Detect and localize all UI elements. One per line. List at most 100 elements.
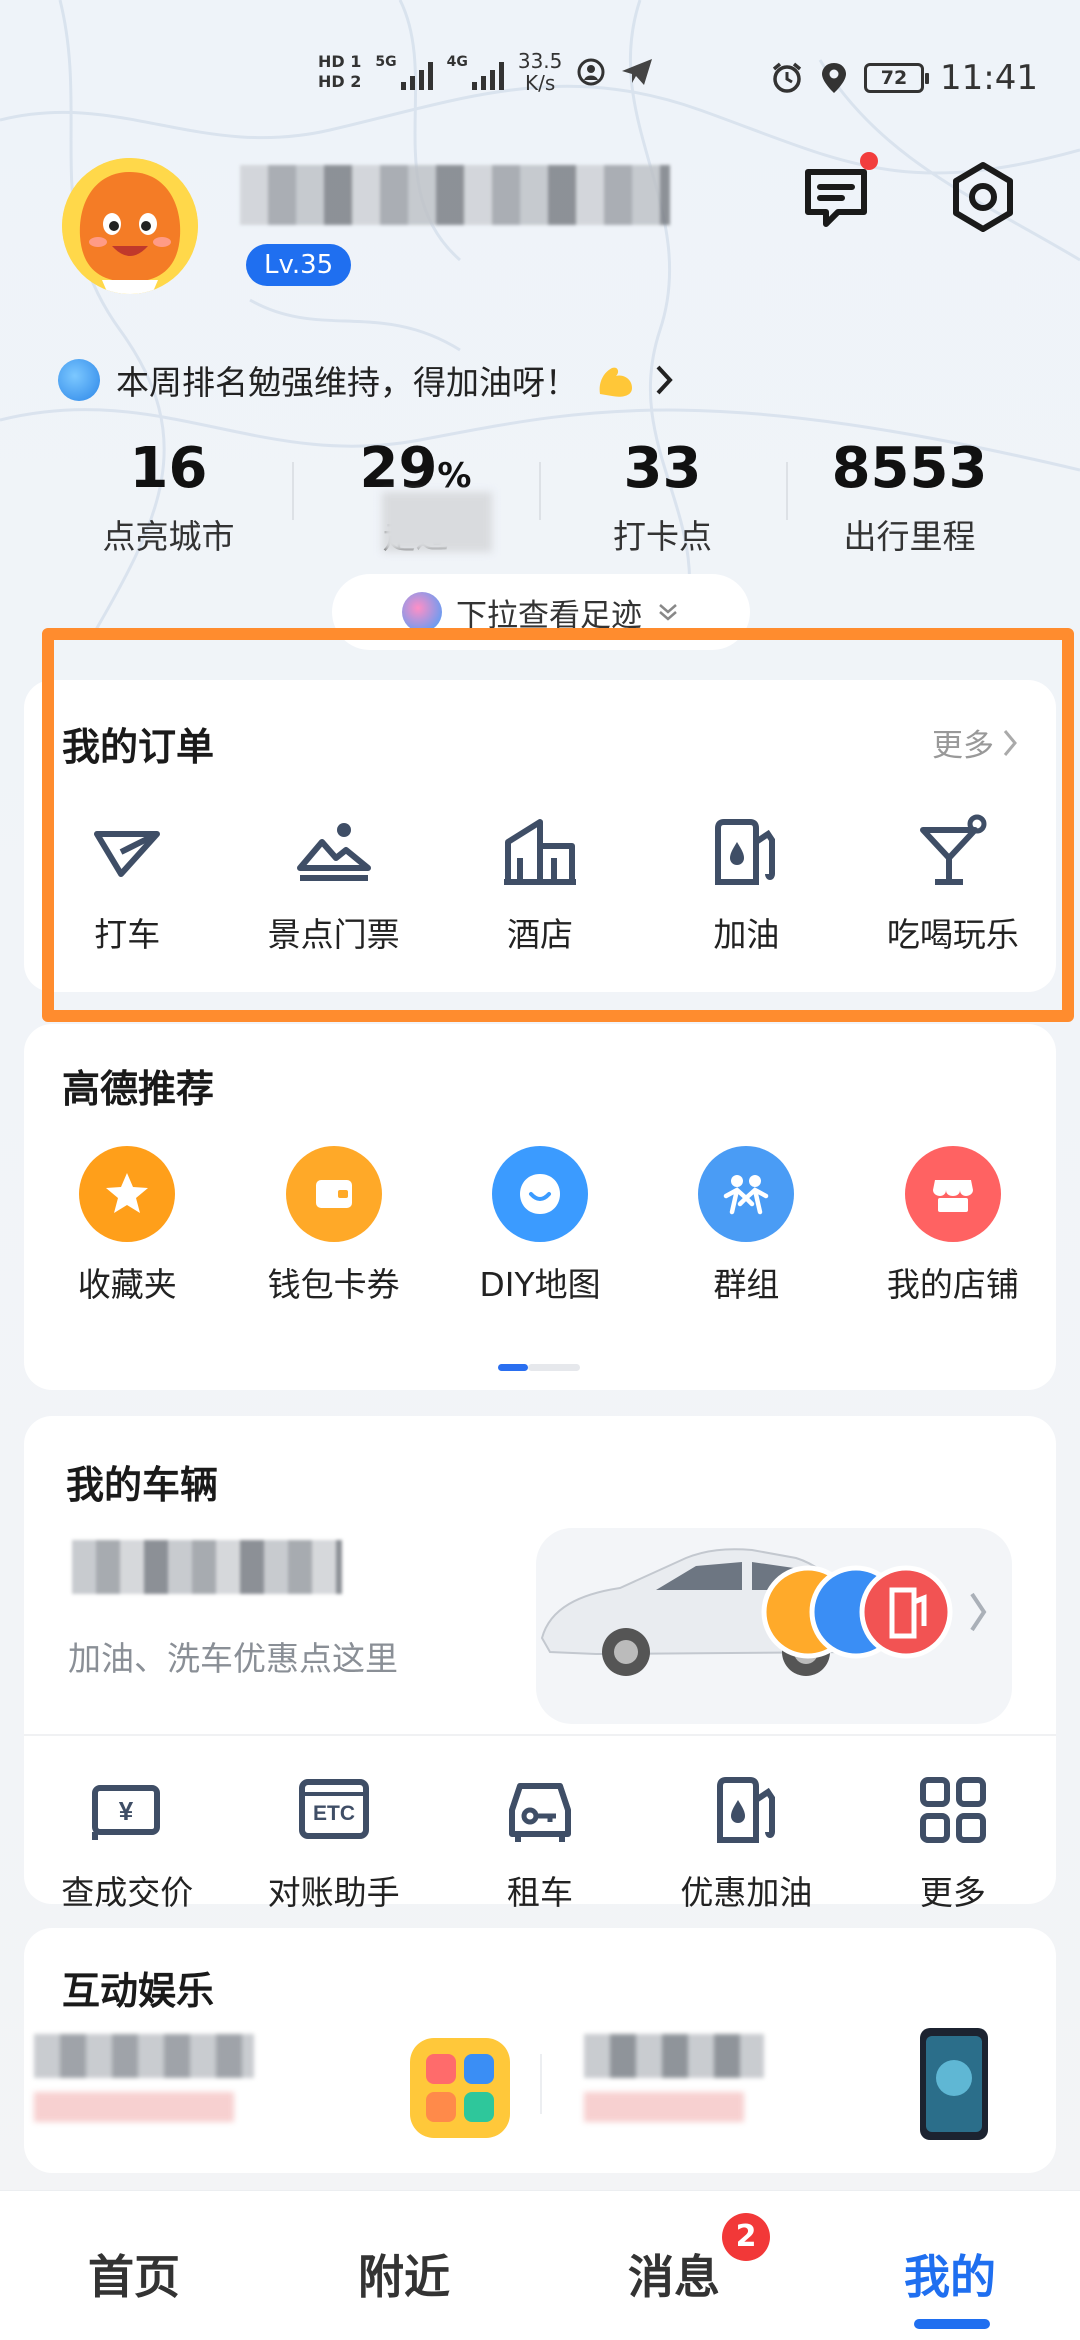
recommend-wallet[interactable]: 钱包卡券 xyxy=(230,1146,436,1306)
recommend-diy-map[interactable]: DIY地图 xyxy=(437,1146,643,1306)
stat-value: 33 xyxy=(623,436,702,501)
stat-value: 16 xyxy=(129,436,208,501)
level-badge: Lv.35 xyxy=(246,244,352,286)
tool-label: 更多 xyxy=(919,1873,986,1912)
message-unread-dot xyxy=(860,152,878,170)
recommend-label: DIY地图 xyxy=(479,1265,601,1304)
recommend-title: 高德推荐 xyxy=(62,1067,215,1111)
stats-row: 16 点亮城市 29% 走过 33 打卡点 8553 出行里程 xyxy=(0,432,1080,561)
grid-more-icon xyxy=(919,1777,986,1843)
status-left: HD 1 HD 2 5G 4G 33.5 K/s xyxy=(318,50,654,94)
svg-text:ETC: ETC xyxy=(313,1802,355,1825)
speed-value: 33.5 xyxy=(517,49,563,73)
stat-explored[interactable]: 29% 走过 xyxy=(292,432,539,561)
star-icon xyxy=(79,1146,176,1242)
stat-mileage[interactable]: 8553 出行里程 xyxy=(786,432,1033,561)
vehicle-card: 我的车辆 加油、洗车优惠点这里 ¥ 查成交价 ETC 对账助手 租车 优惠加油 … xyxy=(24,1416,1056,1912)
entertainment-title: 互动娱乐 xyxy=(62,1969,215,2013)
tool-label: 查成交价 xyxy=(61,1873,194,1912)
divider xyxy=(540,2054,542,2114)
tool-check-price[interactable]: ¥ 查成交价 xyxy=(24,1770,230,1914)
page-dot xyxy=(528,1364,580,1371)
recommend-my-shop[interactable]: 我的店铺 xyxy=(850,1146,1056,1306)
status-bar: HD 1 HD 2 5G 4G 33.5 K/s 72 11:41 xyxy=(0,40,1080,120)
price-tag-icon: ¥ xyxy=(92,1785,161,1840)
recommend-label: 群组 xyxy=(713,1265,780,1304)
rental-car-icon xyxy=(509,1783,572,1842)
fuel-pump-icon xyxy=(717,1777,776,1843)
tool-rent-car[interactable]: 租车 xyxy=(437,1770,643,1914)
highlight-annotation-frame xyxy=(42,628,1074,1022)
speed-unit: K/s xyxy=(524,71,556,95)
group-icon xyxy=(698,1146,795,1242)
nav-messages[interactable]: 消息 xyxy=(628,2241,720,2307)
flexed-biceps-icon xyxy=(599,367,632,397)
hd2-label: HD 2 xyxy=(318,72,362,91)
tool-label: 对账助手 xyxy=(267,1873,400,1912)
tool-label: 租车 xyxy=(507,1873,574,1912)
message-icon[interactable] xyxy=(800,162,872,234)
username-blurred xyxy=(240,165,670,225)
recommend-card: 高德推荐 收藏夹 钱包卡券 DIY地图 群组 我的店铺 xyxy=(24,1024,1056,1390)
stat-cities[interactable]: 16 点亮城市 xyxy=(45,432,292,561)
globe-icon xyxy=(58,359,100,401)
vehicle-title: 我的车辆 xyxy=(66,1463,219,1507)
vehicle-hint[interactable]: 加油、洗车优惠点这里 xyxy=(68,1632,398,1680)
avatar[interactable] xyxy=(62,158,198,294)
entertainment-card: 互动娱乐 xyxy=(24,1928,1056,2173)
settings-icon[interactable] xyxy=(946,160,1020,234)
footprint-icon xyxy=(402,592,442,632)
nav-mine[interactable]: 我的 xyxy=(904,2241,996,2307)
recommend-group[interactable]: 群组 xyxy=(643,1146,849,1306)
smile-map-icon xyxy=(492,1146,589,1242)
page-dot-active xyxy=(498,1364,528,1371)
recommend-favorites[interactable]: 收藏夹 xyxy=(24,1146,230,1306)
tool-discount-fuel[interactable]: 优惠加油 xyxy=(643,1770,849,1914)
wallet-icon xyxy=(285,1146,382,1242)
active-tab-indicator xyxy=(914,2319,990,2329)
recommend-grid: 收藏夹 钱包卡券 DIY地图 群组 我的店铺 xyxy=(24,1146,1056,1306)
stat-checkins[interactable]: 33 打卡点 xyxy=(539,432,786,561)
location-icon xyxy=(822,63,847,93)
vehicle-panel[interactable] xyxy=(536,1528,1012,1724)
tool-reconcile[interactable]: ETC 对账助手 xyxy=(230,1770,436,1914)
tool-label: 优惠加油 xyxy=(680,1873,813,1912)
ent-item-blurred-1[interactable] xyxy=(34,2034,274,2134)
battery-icon: 72 xyxy=(864,63,930,93)
recommend-label: 钱包卡券 xyxy=(267,1265,400,1304)
stat-label: 点亮城市 xyxy=(102,517,235,556)
blur-mask xyxy=(382,492,492,552)
car-illustration-icon xyxy=(540,1548,987,1676)
phone-promo-icon[interactable] xyxy=(914,2024,994,2144)
chevron-right-icon xyxy=(656,365,673,395)
telegram-icon xyxy=(622,59,653,85)
signal-5g-icon: 5G xyxy=(375,54,433,90)
status-right: 72 11:41 xyxy=(770,58,1038,98)
stat-label: 出行里程 xyxy=(843,517,976,556)
ent-item-blurred-2[interactable] xyxy=(584,2034,784,2134)
etc-icon: ETC xyxy=(298,1779,369,1839)
vpn-shield-icon xyxy=(577,58,605,86)
alarm-icon xyxy=(772,62,802,93)
recommend-label: 收藏夹 xyxy=(77,1265,177,1304)
signal-4g-icon: 4G xyxy=(447,54,504,90)
mascot-avatar-icon xyxy=(62,158,198,294)
weekly-rank-banner[interactable]: 本周排名勉强维持，得加油呀！ xyxy=(58,356,674,404)
hd1-label: HD 1 xyxy=(318,52,362,71)
tool-more[interactable]: 更多 xyxy=(850,1770,1056,1914)
double-chevron-down-icon xyxy=(659,604,677,621)
page-indicator xyxy=(498,1364,580,1371)
rank-text: 本周排名勉强维持，得加油呀！ xyxy=(116,363,578,402)
bottom-nav: 首页 附近 消息 2 我的 xyxy=(0,2190,1080,2340)
game-apps-icon[interactable] xyxy=(408,2036,512,2140)
stat-value: 8553 xyxy=(831,436,988,501)
nav-home[interactable]: 首页 xyxy=(88,2241,180,2307)
shop-icon xyxy=(904,1146,1001,1242)
network-speed: 33.5 K/s xyxy=(518,50,563,94)
nav-nearby[interactable]: 附近 xyxy=(358,2241,450,2307)
clock: 11:41 xyxy=(940,58,1038,98)
net1-label: 5G xyxy=(375,54,397,70)
messages-badge: 2 xyxy=(722,2213,770,2261)
recommend-label: 我的店铺 xyxy=(886,1265,1019,1304)
divider xyxy=(24,1734,1056,1736)
